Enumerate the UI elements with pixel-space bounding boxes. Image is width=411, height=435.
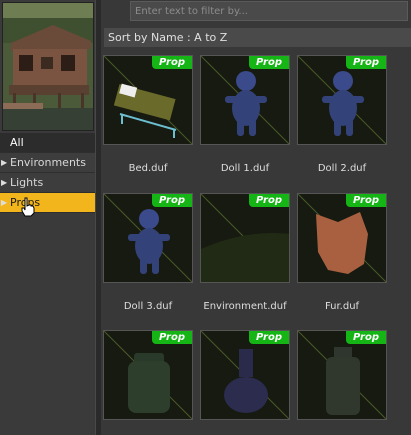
asset-tile[interactable]: Prop [297, 193, 387, 283]
category-item-lights[interactable]: ▶ Lights [0, 173, 95, 193]
asset-name: Fur.duf [324, 301, 360, 312]
prop-badge: Prop [152, 331, 192, 344]
asset-tile[interactable]: Prop [103, 330, 193, 420]
asset-name: Doll 1.duf [220, 163, 270, 174]
asset-name: Doll 3.duf [123, 301, 173, 312]
preview-thumbnail [2, 2, 94, 131]
bed-icon [104, 56, 192, 144]
prop-badge: Prop [346, 56, 386, 69]
sort-dropdown[interactable]: Sort by Name : A to Z [104, 28, 411, 47]
asset-tile[interactable]: Prop [200, 193, 290, 283]
asset-tile[interactable]: Prop [297, 330, 387, 420]
expand-arrow-icon[interactable]: ▶ [1, 193, 7, 212]
prop-badge: Prop [249, 194, 289, 207]
jar-icon [104, 331, 192, 419]
asset-name: Bed.duf [128, 163, 168, 174]
prop-badge: Prop [249, 56, 289, 69]
expand-arrow-icon[interactable]: ▶ [1, 173, 7, 192]
asset-tile[interactable]: Prop [103, 193, 193, 283]
environment-icon [201, 194, 289, 282]
bottle-icon [298, 331, 386, 419]
asset-tile[interactable]: Prop [200, 330, 290, 420]
expand-arrow-icon[interactable]: ▶ [1, 153, 7, 172]
category-label: Lights [10, 176, 44, 189]
prop-badge: Prop [346, 331, 386, 344]
hand-cursor-icon [21, 197, 35, 217]
prop-badge: Prop [152, 56, 192, 69]
category-list: All▶Environments▶Lights▶Props [0, 133, 95, 213]
doll-icon [298, 56, 386, 144]
prop-badge: Prop [346, 194, 386, 207]
doll-icon [104, 194, 192, 282]
filter-input[interactable] [130, 1, 408, 21]
asset-tile[interactable]: Prop [103, 55, 193, 145]
category-item-props[interactable]: ▶Props [0, 193, 95, 213]
fur-icon [298, 194, 386, 282]
category-item-all[interactable]: All [0, 133, 95, 153]
asset-tile[interactable]: Prop [297, 55, 387, 145]
flask-icon [201, 331, 289, 419]
doll-icon [201, 56, 289, 144]
asset-tile[interactable]: Prop [200, 55, 290, 145]
prop-badge: Prop [249, 331, 289, 344]
asset-name: Doll 2.duf [317, 163, 367, 174]
content-panel: Sort by Name : A to Z Prop Bed.duf Prop Dol… [101, 0, 411, 435]
prop-badge: Prop [152, 194, 192, 207]
asset-name: Environment.duf [203, 301, 287, 312]
category-label: Environments [10, 156, 86, 169]
category-label: All [10, 136, 24, 149]
content-sidebar: All▶Environments▶Lights▶Props [0, 0, 95, 435]
category-item-environments[interactable]: ▶ Environments [0, 153, 95, 173]
